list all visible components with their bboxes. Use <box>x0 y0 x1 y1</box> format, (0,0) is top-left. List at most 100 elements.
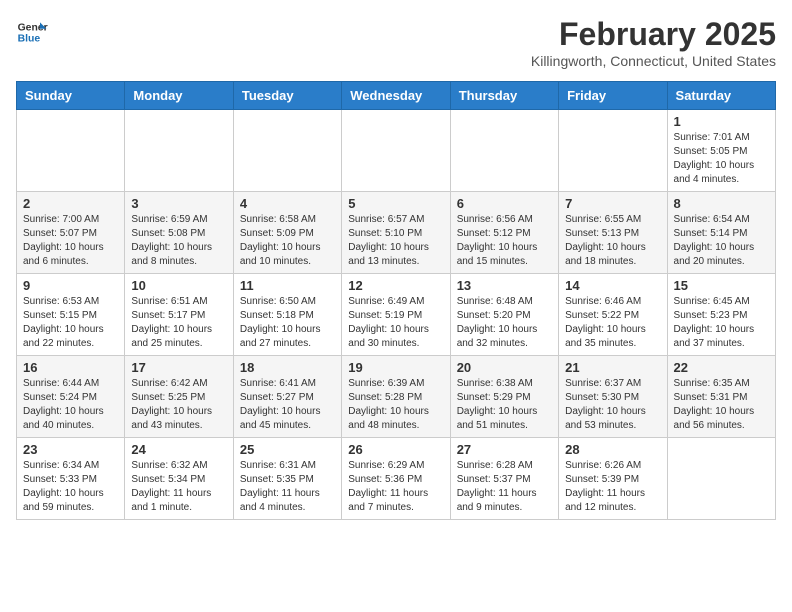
day-number: 18 <box>240 360 335 375</box>
day-number: 28 <box>565 442 660 457</box>
calendar-cell: 17Sunrise: 6:42 AM Sunset: 5:25 PM Dayli… <box>125 356 233 438</box>
day-info: Sunrise: 6:54 AM Sunset: 5:14 PM Dayligh… <box>674 213 769 269</box>
day-number: 20 <box>457 360 552 375</box>
calendar-cell: 6 Sunrise: 6:56 AM Sunset: 5:12 PM Daylig… <box>450 192 558 274</box>
calendar-cell <box>450 110 558 192</box>
day-number: 19 <box>348 360 443 375</box>
day-number: 6 <box>457 196 552 211</box>
calendar-cell: 26 Sunrise: 6:29 AM Sunset: 5:36 PM Dayli… <box>342 438 450 520</box>
day-info: Sunrise: 6:29 AM Sunset: 5:36 PM Dayligh… <box>348 459 443 515</box>
day-number: 8 <box>674 196 769 211</box>
calendar-cell: 19 Sunrise: 6:39 AM Sunset: 5:28 PM Dayli… <box>342 356 450 438</box>
day-number: 2 <box>23 196 118 211</box>
calendar-cell: 25Sunrise: 6:31 AM Sunset: 5:35 PM Dayli… <box>233 438 341 520</box>
day-number: 23 <box>23 442 118 457</box>
logo-icon: General Blue <box>16 16 48 48</box>
calendar-cell: 22 Sunrise: 6:35 AM Sunset: 5:31 PM Dayli… <box>667 356 775 438</box>
day-number: 10 <box>131 278 226 293</box>
calendar-cell: 24 Sunrise: 6:32 AM Sunset: 5:34 PM Dayli… <box>125 438 233 520</box>
day-number: 22 <box>674 360 769 375</box>
weekday-header-tuesday: Tuesday <box>233 82 341 110</box>
day-number: 12 <box>348 278 443 293</box>
calendar-cell: 4 Sunrise: 6:58 AM Sunset: 5:09 PM Daylig… <box>233 192 341 274</box>
day-info: Sunrise: 6:26 AM Sunset: 5:39 PM Dayligh… <box>565 459 660 515</box>
day-number: 4 <box>240 196 335 211</box>
calendar-cell: 27 Sunrise: 6:28 AM Sunset: 5:37 PM Dayli… <box>450 438 558 520</box>
month-title: February 2025 <box>531 16 776 53</box>
calendar-cell: 3 Sunrise: 6:59 AM Sunset: 5:08 PM Daylig… <box>125 192 233 274</box>
day-info: Sunrise: 6:39 AM Sunset: 5:28 PM Dayligh… <box>348 377 443 433</box>
day-info: Sunrise: 7:00 AM Sunset: 5:07 PM Dayligh… <box>23 213 118 269</box>
day-number: 24 <box>131 442 226 457</box>
day-info: Sunrise: 6:34 AM Sunset: 5:33 PM Dayligh… <box>23 459 118 515</box>
day-info: Sunrise: 6:45 AM Sunset: 5:23 PM Dayligh… <box>674 295 769 351</box>
day-number: 11 <box>240 278 335 293</box>
day-info: Sunrise: 6:50 AM Sunset: 5:18 PM Dayligh… <box>240 295 335 351</box>
calendar-week-row: 1 Sunrise: 7:01 AM Sunset: 5:05 PM Daylig… <box>17 110 776 192</box>
day-number: 3 <box>131 196 226 211</box>
calendar-cell: 15 Sunrise: 6:45 AM Sunset: 5:23 PM Dayli… <box>667 274 775 356</box>
page-header: General Blue February 2025 Killingworth,… <box>16 16 776 69</box>
day-info: Sunrise: 6:31 AM Sunset: 5:35 PM Dayligh… <box>240 459 335 515</box>
calendar-table: SundayMondayTuesdayWednesdayThursdayFrid… <box>16 81 776 520</box>
weekday-header-thursday: Thursday <box>450 82 558 110</box>
calendar-cell: 16Sunrise: 6:44 AM Sunset: 5:24 PM Dayli… <box>17 356 125 438</box>
day-info: Sunrise: 7:01 AM Sunset: 5:05 PM Dayligh… <box>674 131 769 187</box>
calendar-cell: 9Sunrise: 6:53 AM Sunset: 5:15 PM Daylig… <box>17 274 125 356</box>
calendar-header-row: SundayMondayTuesdayWednesdayThursdayFrid… <box>17 82 776 110</box>
calendar-cell: 18 Sunrise: 6:41 AM Sunset: 5:27 PM Dayli… <box>233 356 341 438</box>
day-number: 15 <box>674 278 769 293</box>
calendar-cell <box>17 110 125 192</box>
calendar-week-row: 23 Sunrise: 6:34 AM Sunset: 5:33 PM Dayli… <box>17 438 776 520</box>
logo: General Blue <box>16 16 48 48</box>
calendar-cell: 1 Sunrise: 7:01 AM Sunset: 5:05 PM Daylig… <box>667 110 775 192</box>
day-info: Sunrise: 6:35 AM Sunset: 5:31 PM Dayligh… <box>674 377 769 433</box>
calendar-cell: 11 Sunrise: 6:50 AM Sunset: 5:18 PM Dayli… <box>233 274 341 356</box>
day-number: 9 <box>23 278 118 293</box>
day-info: Sunrise: 6:32 AM Sunset: 5:34 PM Dayligh… <box>131 459 226 515</box>
weekday-header-wednesday: Wednesday <box>342 82 450 110</box>
calendar-cell: 14 Sunrise: 6:46 AM Sunset: 5:22 PM Dayli… <box>559 274 667 356</box>
day-number: 21 <box>565 360 660 375</box>
day-number: 16 <box>23 360 118 375</box>
calendar-cell: 7Sunrise: 6:55 AM Sunset: 5:13 PM Daylig… <box>559 192 667 274</box>
calendar-cell: 12 Sunrise: 6:49 AM Sunset: 5:19 PM Dayli… <box>342 274 450 356</box>
calendar-cell: 8 Sunrise: 6:54 AM Sunset: 5:14 PM Daylig… <box>667 192 775 274</box>
day-info: Sunrise: 6:37 AM Sunset: 5:30 PM Dayligh… <box>565 377 660 433</box>
calendar-cell: 13Sunrise: 6:48 AM Sunset: 5:20 PM Dayli… <box>450 274 558 356</box>
calendar-week-row: 16Sunrise: 6:44 AM Sunset: 5:24 PM Dayli… <box>17 356 776 438</box>
day-info: Sunrise: 6:58 AM Sunset: 5:09 PM Dayligh… <box>240 213 335 269</box>
calendar-cell: 2 Sunrise: 7:00 AM Sunset: 5:07 PM Daylig… <box>17 192 125 274</box>
day-info: Sunrise: 6:38 AM Sunset: 5:29 PM Dayligh… <box>457 377 552 433</box>
weekday-header-saturday: Saturday <box>667 82 775 110</box>
title-area: February 2025 Killingworth, Connecticut,… <box>531 16 776 69</box>
calendar-cell <box>125 110 233 192</box>
day-number: 17 <box>131 360 226 375</box>
calendar-cell: 21 Sunrise: 6:37 AM Sunset: 5:30 PM Dayli… <box>559 356 667 438</box>
day-number: 26 <box>348 442 443 457</box>
weekday-header-friday: Friday <box>559 82 667 110</box>
calendar-cell: 10Sunrise: 6:51 AM Sunset: 5:17 PM Dayli… <box>125 274 233 356</box>
day-info: Sunrise: 6:28 AM Sunset: 5:37 PM Dayligh… <box>457 459 552 515</box>
calendar-cell: 20 Sunrise: 6:38 AM Sunset: 5:29 PM Dayli… <box>450 356 558 438</box>
location-title: Killingworth, Connecticut, United States <box>531 53 776 69</box>
day-info: Sunrise: 6:41 AM Sunset: 5:27 PM Dayligh… <box>240 377 335 433</box>
day-info: Sunrise: 6:59 AM Sunset: 5:08 PM Dayligh… <box>131 213 226 269</box>
calendar-cell: 23 Sunrise: 6:34 AM Sunset: 5:33 PM Dayli… <box>17 438 125 520</box>
calendar-cell: 28 Sunrise: 6:26 AM Sunset: 5:39 PM Dayli… <box>559 438 667 520</box>
day-info: Sunrise: 6:46 AM Sunset: 5:22 PM Dayligh… <box>565 295 660 351</box>
svg-text:Blue: Blue <box>18 34 41 45</box>
weekday-header-monday: Monday <box>125 82 233 110</box>
day-number: 27 <box>457 442 552 457</box>
calendar-week-row: 2 Sunrise: 7:00 AM Sunset: 5:07 PM Daylig… <box>17 192 776 274</box>
day-info: Sunrise: 6:48 AM Sunset: 5:20 PM Dayligh… <box>457 295 552 351</box>
day-number: 5 <box>348 196 443 211</box>
day-info: Sunrise: 6:49 AM Sunset: 5:19 PM Dayligh… <box>348 295 443 351</box>
day-number: 14 <box>565 278 660 293</box>
day-number: 1 <box>674 114 769 129</box>
day-info: Sunrise: 6:56 AM Sunset: 5:12 PM Dayligh… <box>457 213 552 269</box>
weekday-header-sunday: Sunday <box>17 82 125 110</box>
calendar-cell <box>342 110 450 192</box>
day-info: Sunrise: 6:55 AM Sunset: 5:13 PM Dayligh… <box>565 213 660 269</box>
calendar-cell <box>559 110 667 192</box>
